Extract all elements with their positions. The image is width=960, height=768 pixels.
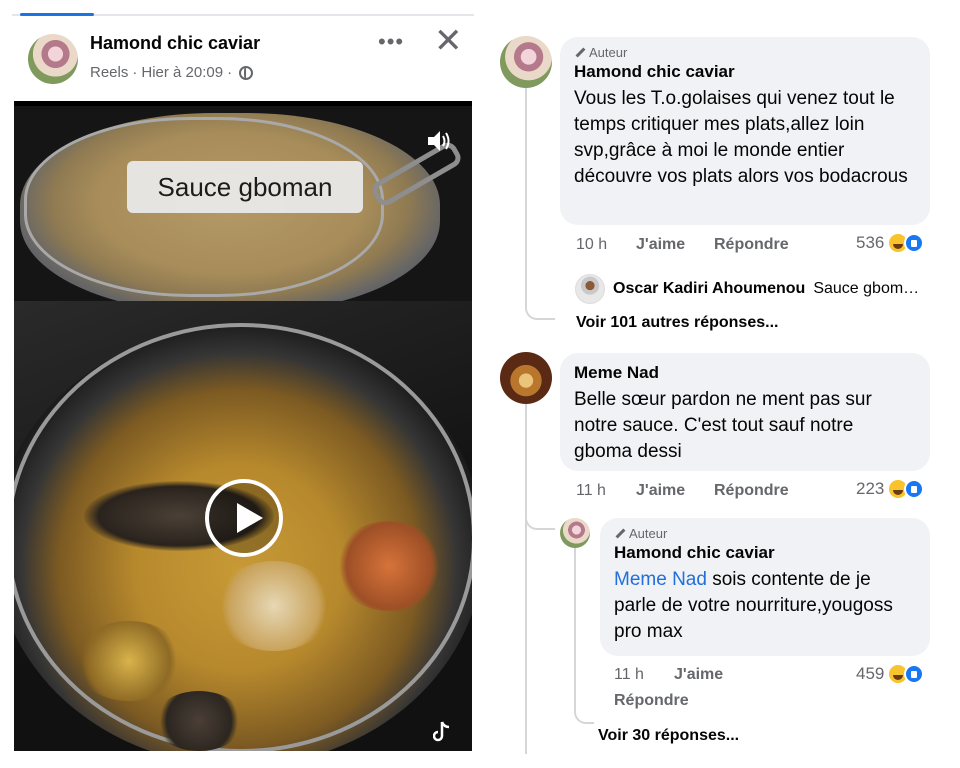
reaction-summary[interactable]: 536 bbox=[856, 233, 925, 253]
comment-time[interactable]: 10 h bbox=[576, 236, 636, 254]
close-icon[interactable]: ✕ bbox=[434, 24, 463, 58]
reply-preview[interactable]: Oscar Kadiri Ahoumenou Sauce gbom… bbox=[575, 274, 919, 304]
author-badge: Auteur bbox=[574, 45, 916, 60]
reaction-count: 536 bbox=[856, 233, 885, 252]
like-button[interactable]: J'aime bbox=[674, 666, 752, 684]
meta-separator: · bbox=[132, 64, 138, 81]
thread-line bbox=[525, 506, 555, 530]
comment-text: Belle sœur pardon ne ment pas sur notre … bbox=[574, 389, 872, 462]
pencil-icon bbox=[574, 47, 585, 58]
post-author-name[interactable]: Hamond chic caviar bbox=[90, 33, 260, 54]
thread-line bbox=[525, 404, 527, 754]
comment-time[interactable]: 11 h bbox=[576, 482, 636, 500]
tiktok-icon bbox=[433, 721, 450, 742]
reaction-count: 459 bbox=[856, 664, 885, 683]
video-top-bar bbox=[14, 101, 472, 106]
reel-post: Hamond chic caviar Reels · Hier à 20:09 … bbox=[12, 13, 474, 758]
sound-icon[interactable] bbox=[426, 129, 452, 153]
more-options-icon[interactable]: ••• bbox=[378, 31, 404, 53]
author-badge-label: Auteur bbox=[629, 526, 668, 541]
reaction-summary[interactable]: 223 bbox=[856, 479, 925, 499]
video-frame-food bbox=[214, 561, 334, 651]
comment-time[interactable]: 11 h bbox=[614, 666, 674, 684]
thread-line bbox=[574, 548, 594, 724]
post-author-avatar[interactable] bbox=[28, 34, 78, 84]
meta-separator: · bbox=[227, 64, 233, 81]
video-frame-food bbox=[74, 621, 184, 701]
post-meta: Reels · Hier à 20:09 · bbox=[90, 64, 254, 81]
comment-avatar[interactable] bbox=[500, 352, 552, 404]
like-reaction-icon bbox=[904, 664, 925, 684]
author-badge-label: Auteur bbox=[589, 45, 628, 60]
comment-actions: 11 h J'aime Répondre bbox=[576, 482, 789, 500]
globe-icon bbox=[239, 65, 254, 80]
more-replies-link[interactable]: Voir 101 autres réponses... bbox=[576, 314, 778, 332]
post-timestamp[interactable]: Hier à 20:09 bbox=[141, 64, 223, 81]
reels-link[interactable]: Reels bbox=[90, 64, 128, 81]
video-player[interactable]: Sauce gboman bbox=[14, 101, 472, 751]
reaction-count: 223 bbox=[856, 479, 885, 498]
like-button[interactable]: J'aime bbox=[636, 236, 714, 254]
reply-button[interactable]: Répondre bbox=[614, 692, 689, 710]
comment-actions: 11 h J'aime Répondre bbox=[614, 666, 764, 710]
mention-link[interactable]: Meme Nad bbox=[614, 569, 707, 590]
comments-panel: Auteur Hamond chic caviar Vous les T.o.g… bbox=[490, 0, 960, 768]
thread-line bbox=[525, 296, 555, 320]
video-caption-label: Sauce gboman bbox=[127, 161, 363, 213]
author-badge: Auteur bbox=[614, 526, 916, 541]
thread-line bbox=[525, 88, 527, 298]
pencil-icon bbox=[614, 528, 625, 539]
comment-author[interactable]: Meme Nad bbox=[574, 363, 916, 383]
reply-button[interactable]: Répondre bbox=[714, 236, 789, 254]
comment-text: Meme Nad sois contente de je parle de vo… bbox=[614, 567, 916, 645]
like-reaction-icon bbox=[904, 479, 925, 499]
like-reaction-icon bbox=[904, 233, 925, 253]
comment-actions: 10 h J'aime Répondre bbox=[576, 236, 789, 254]
reply-snippet: Sauce gbom… bbox=[813, 280, 920, 297]
video-frame-food bbox=[154, 691, 244, 751]
reply-button[interactable]: Répondre bbox=[714, 482, 789, 500]
reply-avatar[interactable] bbox=[575, 274, 605, 304]
play-button[interactable] bbox=[205, 479, 283, 557]
video-frame-food bbox=[334, 521, 444, 611]
comment-text: Vous les T.o.golaises qui venez tout le … bbox=[574, 88, 908, 187]
nested-reply-bubble: Auteur Hamond chic caviar Meme Nad sois … bbox=[600, 518, 930, 656]
more-replies-link[interactable]: Voir 30 réponses... bbox=[598, 727, 739, 745]
like-button[interactable]: J'aime bbox=[636, 482, 714, 500]
reply-author[interactable]: Oscar Kadiri Ahoumenou bbox=[613, 280, 805, 298]
comment-bubble: Meme Nad Belle sœur pardon ne ment pas s… bbox=[560, 353, 930, 471]
nested-reply-avatar[interactable] bbox=[560, 518, 590, 548]
active-tab-indicator bbox=[20, 13, 94, 16]
comment-author[interactable]: Hamond chic caviar bbox=[614, 543, 916, 563]
comment-avatar[interactable] bbox=[500, 36, 552, 88]
comment-author[interactable]: Hamond chic caviar bbox=[574, 62, 916, 82]
comment-bubble: Auteur Hamond chic caviar Vous les T.o.g… bbox=[560, 37, 930, 225]
reaction-summary[interactable]: 459 bbox=[856, 664, 925, 684]
